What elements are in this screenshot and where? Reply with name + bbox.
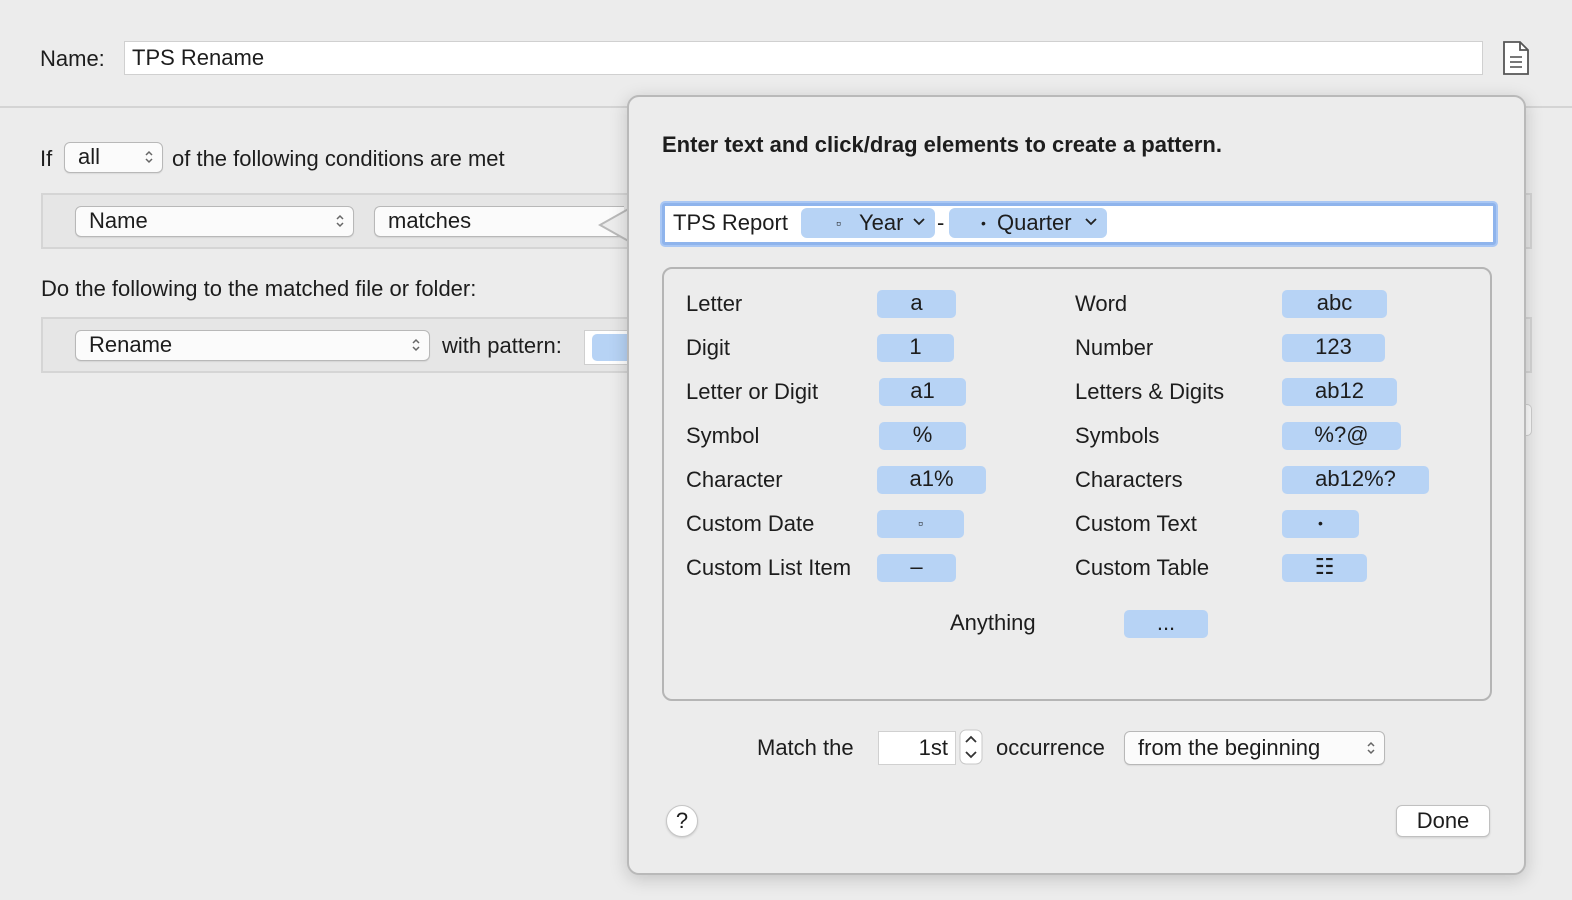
pattern-editor[interactable]: TPS Report ▫ Year - • Quarter (662, 203, 1496, 245)
pattern-token-stub (592, 334, 632, 361)
element-label-custom-table: Custom Table (1075, 555, 1210, 580)
match-the-label: Match the (757, 735, 854, 760)
custom-table-icon[interactable]: ☷ (1282, 554, 1367, 582)
chevron-updown-icon (412, 338, 420, 352)
custom-text-icon: • (981, 215, 986, 231)
document-icon[interactable] (1500, 40, 1532, 76)
match-mode-value: all (78, 144, 101, 169)
conditions-suffix: of the following conditions are met (172, 146, 505, 171)
element-chip-anything[interactable]: ... (1124, 610, 1208, 638)
element-label-characters: Characters (1075, 467, 1183, 492)
element-label-custom-list-item: Custom List Item (686, 555, 852, 580)
popover-title: Enter text and click/drag elements to cr… (662, 132, 1222, 157)
actions-heading: Do the following to the matched file or … (41, 276, 477, 301)
element-chip-letter[interactable]: a (877, 290, 956, 318)
occurrence-label: occurrence (996, 735, 1105, 760)
match-mode-popup[interactable]: all (64, 142, 163, 173)
chevron-updown-icon (336, 214, 344, 228)
stepper-icon[interactable] (959, 729, 983, 765)
rule-name-field[interactable]: TPS Rename (124, 41, 1483, 75)
chevron-updown-icon (1367, 741, 1375, 755)
custom-text-icon[interactable]: • (1282, 510, 1359, 538)
element-label-letters-digits: Letters & Digits (1075, 379, 1225, 404)
name-label: Name: (40, 46, 105, 71)
custom-list-item-icon[interactable]: – (877, 554, 956, 582)
direction-popup[interactable]: from the beginning (1124, 731, 1385, 765)
element-chip-letter-or-digit[interactable]: a1 (879, 378, 966, 406)
pattern-separator[interactable]: - (937, 210, 944, 236)
action-value: Rename (89, 332, 173, 357)
quarter-token-label: Quarter (997, 210, 1072, 235)
if-label: If (40, 146, 53, 171)
element-chip-digit[interactable]: 1 (877, 334, 954, 362)
operator-popup[interactable]: matches (374, 206, 624, 237)
attribute-value: Name (89, 208, 148, 233)
element-label-number: Number (1075, 335, 1154, 360)
custom-date-icon[interactable]: ▫ (877, 510, 964, 538)
operator-value: matches (388, 208, 472, 233)
element-label-symbols: Symbols (1075, 423, 1160, 448)
element-label-anything: Anything (950, 610, 1036, 635)
pattern-popover: Enter text and click/drag elements to cr… (627, 95, 1526, 875)
custom-date-icon: ▫ (836, 215, 841, 231)
element-label-letter: Letter (686, 291, 743, 316)
pattern-text[interactable]: TPS Report (673, 210, 788, 236)
element-label-custom-text: Custom Text (1075, 511, 1197, 536)
help-button[interactable]: ? (666, 805, 698, 837)
element-label-letter-or-digit: Letter or Digit (686, 379, 819, 404)
element-label-character: Character (686, 467, 783, 492)
element-chip-symbol[interactable]: % (879, 422, 966, 450)
with-pattern-label: with pattern: (442, 333, 562, 358)
element-label-word: Word (1075, 291, 1128, 316)
element-chip-symbols[interactable]: %?@ (1282, 422, 1401, 450)
action-popup[interactable]: Rename (75, 330, 430, 361)
element-label-digit: Digit (686, 335, 731, 360)
occurrence-field[interactable]: 1st (878, 731, 956, 765)
element-chip-letters-digits[interactable]: ab12 (1282, 378, 1397, 406)
element-chip-characters[interactable]: ab12%? (1282, 466, 1429, 494)
element-label-custom-date: Custom Date (686, 511, 815, 536)
element-chip-number[interactable]: 123 (1282, 334, 1385, 362)
chevron-updown-icon (145, 150, 153, 164)
quarter-token[interactable]: • Quarter (949, 208, 1107, 238)
done-button[interactable]: Done (1396, 805, 1490, 837)
pattern-elements-palette: Letter a Word abc Digit 1 Number 123 Let… (662, 267, 1492, 701)
element-chip-character[interactable]: a1% (877, 466, 986, 494)
year-token-label: Year (859, 210, 904, 235)
element-chip-word[interactable]: abc (1282, 290, 1387, 318)
attribute-popup[interactable]: Name (75, 206, 354, 237)
year-token[interactable]: ▫ Year (801, 208, 935, 238)
chevron-down-icon (1085, 218, 1097, 226)
element-label-symbol: Symbol (686, 423, 760, 448)
direction-value: from the beginning (1138, 735, 1321, 760)
chevron-down-icon (913, 218, 925, 226)
